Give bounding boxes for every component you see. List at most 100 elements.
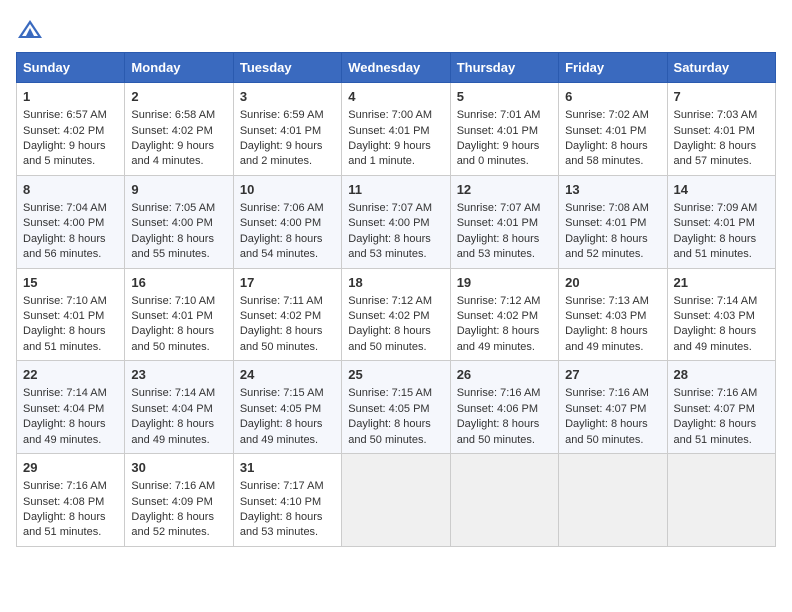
day-number: 3 [240, 88, 335, 106]
calendar-cell: 18 Sunrise: 7:12 AM Sunset: 4:02 PM Dayl… [342, 268, 450, 361]
daylight-label: Daylight: 8 hours and 50 minutes. [565, 418, 648, 445]
day-number: 2 [131, 88, 226, 106]
calendar-cell [342, 454, 450, 547]
sunset-label: Sunset: 4:10 PM [240, 496, 321, 508]
day-header-thursday: Thursday [450, 53, 558, 83]
day-number: 10 [240, 181, 335, 199]
sunrise-label: Sunrise: 7:14 AM [23, 387, 107, 399]
calendar-body: 1 Sunrise: 6:57 AM Sunset: 4:02 PM Dayli… [17, 83, 776, 547]
daylight-label: Daylight: 8 hours and 49 minutes. [457, 325, 540, 352]
sunset-label: Sunset: 4:06 PM [457, 403, 538, 415]
sunrise-label: Sunrise: 7:07 AM [348, 202, 432, 214]
day-header-wednesday: Wednesday [342, 53, 450, 83]
day-number: 29 [23, 459, 118, 477]
sunset-label: Sunset: 4:02 PM [131, 125, 212, 137]
day-number: 9 [131, 181, 226, 199]
sunrise-label: Sunrise: 7:12 AM [457, 295, 541, 307]
sunset-label: Sunset: 4:01 PM [674, 125, 755, 137]
daylight-label: Daylight: 8 hours and 49 minutes. [674, 325, 757, 352]
sunset-label: Sunset: 4:04 PM [23, 403, 104, 415]
day-number: 5 [457, 88, 552, 106]
day-number: 16 [131, 274, 226, 292]
daylight-label: Daylight: 8 hours and 49 minutes. [565, 325, 648, 352]
sunset-label: Sunset: 4:01 PM [674, 217, 755, 229]
daylight-label: Daylight: 8 hours and 49 minutes. [131, 418, 214, 445]
daylight-label: Daylight: 8 hours and 55 minutes. [131, 233, 214, 260]
sunrise-label: Sunrise: 7:17 AM [240, 480, 324, 492]
sunrise-label: Sunrise: 7:16 AM [674, 387, 758, 399]
calendar-cell: 13 Sunrise: 7:08 AM Sunset: 4:01 PM Dayl… [559, 175, 667, 268]
day-number: 6 [565, 88, 660, 106]
calendar-cell [559, 454, 667, 547]
daylight-label: Daylight: 8 hours and 51 minutes. [23, 325, 106, 352]
daylight-label: Daylight: 8 hours and 51 minutes. [674, 233, 757, 260]
daylight-label: Daylight: 9 hours and 2 minutes. [240, 140, 323, 167]
day-number: 18 [348, 274, 443, 292]
sunrise-label: Sunrise: 7:06 AM [240, 202, 324, 214]
sunset-label: Sunset: 4:01 PM [23, 310, 104, 322]
calendar-week-row: 1 Sunrise: 6:57 AM Sunset: 4:02 PM Dayli… [17, 83, 776, 176]
day-number: 7 [674, 88, 769, 106]
calendar-cell: 28 Sunrise: 7:16 AM Sunset: 4:07 PM Dayl… [667, 361, 775, 454]
calendar-week-row: 8 Sunrise: 7:04 AM Sunset: 4:00 PM Dayli… [17, 175, 776, 268]
day-number: 21 [674, 274, 769, 292]
sunset-label: Sunset: 4:00 PM [131, 217, 212, 229]
daylight-label: Daylight: 8 hours and 50 minutes. [240, 325, 323, 352]
day-number: 23 [131, 366, 226, 384]
daylight-label: Daylight: 8 hours and 56 minutes. [23, 233, 106, 260]
daylight-label: Daylight: 9 hours and 1 minute. [348, 140, 431, 167]
day-number: 11 [348, 181, 443, 199]
day-number: 25 [348, 366, 443, 384]
sunset-label: Sunset: 4:07 PM [674, 403, 755, 415]
day-number: 14 [674, 181, 769, 199]
calendar-cell: 8 Sunrise: 7:04 AM Sunset: 4:00 PM Dayli… [17, 175, 125, 268]
daylight-label: Daylight: 8 hours and 51 minutes. [674, 418, 757, 445]
sunrise-label: Sunrise: 7:12 AM [348, 295, 432, 307]
day-number: 20 [565, 274, 660, 292]
calendar-cell: 10 Sunrise: 7:06 AM Sunset: 4:00 PM Dayl… [233, 175, 341, 268]
calendar-cell: 11 Sunrise: 7:07 AM Sunset: 4:00 PM Dayl… [342, 175, 450, 268]
calendar-cell: 20 Sunrise: 7:13 AM Sunset: 4:03 PM Dayl… [559, 268, 667, 361]
day-header-sunday: Sunday [17, 53, 125, 83]
sunrise-label: Sunrise: 6:58 AM [131, 109, 215, 121]
daylight-label: Daylight: 8 hours and 52 minutes. [565, 233, 648, 260]
calendar-cell: 5 Sunrise: 7:01 AM Sunset: 4:01 PM Dayli… [450, 83, 558, 176]
calendar-cell: 6 Sunrise: 7:02 AM Sunset: 4:01 PM Dayli… [559, 83, 667, 176]
sunrise-label: Sunrise: 7:14 AM [131, 387, 215, 399]
sunrise-label: Sunrise: 7:02 AM [565, 109, 649, 121]
sunrise-label: Sunrise: 7:00 AM [348, 109, 432, 121]
sunset-label: Sunset: 4:01 PM [565, 125, 646, 137]
sunset-label: Sunset: 4:00 PM [240, 217, 321, 229]
daylight-label: Daylight: 9 hours and 5 minutes. [23, 140, 106, 167]
calendar-cell: 14 Sunrise: 7:09 AM Sunset: 4:01 PM Dayl… [667, 175, 775, 268]
daylight-label: Daylight: 8 hours and 50 minutes. [348, 325, 431, 352]
daylight-label: Daylight: 8 hours and 50 minutes. [348, 418, 431, 445]
calendar-cell: 2 Sunrise: 6:58 AM Sunset: 4:02 PM Dayli… [125, 83, 233, 176]
day-number: 30 [131, 459, 226, 477]
sunrise-label: Sunrise: 7:13 AM [565, 295, 649, 307]
day-number: 26 [457, 366, 552, 384]
day-number: 19 [457, 274, 552, 292]
sunset-label: Sunset: 4:01 PM [348, 125, 429, 137]
calendar-cell: 22 Sunrise: 7:14 AM Sunset: 4:04 PM Dayl… [17, 361, 125, 454]
logo-icon [16, 16, 44, 44]
day-number: 24 [240, 366, 335, 384]
day-header-saturday: Saturday [667, 53, 775, 83]
calendar-cell: 16 Sunrise: 7:10 AM Sunset: 4:01 PM Dayl… [125, 268, 233, 361]
sunrise-label: Sunrise: 7:09 AM [674, 202, 758, 214]
sunrise-label: Sunrise: 6:57 AM [23, 109, 107, 121]
daylight-label: Daylight: 8 hours and 52 minutes. [131, 511, 214, 538]
sunrise-label: Sunrise: 7:16 AM [457, 387, 541, 399]
sunrise-label: Sunrise: 7:14 AM [674, 295, 758, 307]
sunrise-label: Sunrise: 7:05 AM [131, 202, 215, 214]
calendar-cell: 19 Sunrise: 7:12 AM Sunset: 4:02 PM Dayl… [450, 268, 558, 361]
sunset-label: Sunset: 4:01 PM [457, 217, 538, 229]
sunrise-label: Sunrise: 7:15 AM [348, 387, 432, 399]
sunset-label: Sunset: 4:05 PM [240, 403, 321, 415]
calendar-cell: 12 Sunrise: 7:07 AM Sunset: 4:01 PM Dayl… [450, 175, 558, 268]
sunset-label: Sunset: 4:02 PM [348, 310, 429, 322]
daylight-label: Daylight: 8 hours and 51 minutes. [23, 511, 106, 538]
sunset-label: Sunset: 4:03 PM [565, 310, 646, 322]
calendar-cell: 25 Sunrise: 7:15 AM Sunset: 4:05 PM Dayl… [342, 361, 450, 454]
sunrise-label: Sunrise: 7:10 AM [131, 295, 215, 307]
